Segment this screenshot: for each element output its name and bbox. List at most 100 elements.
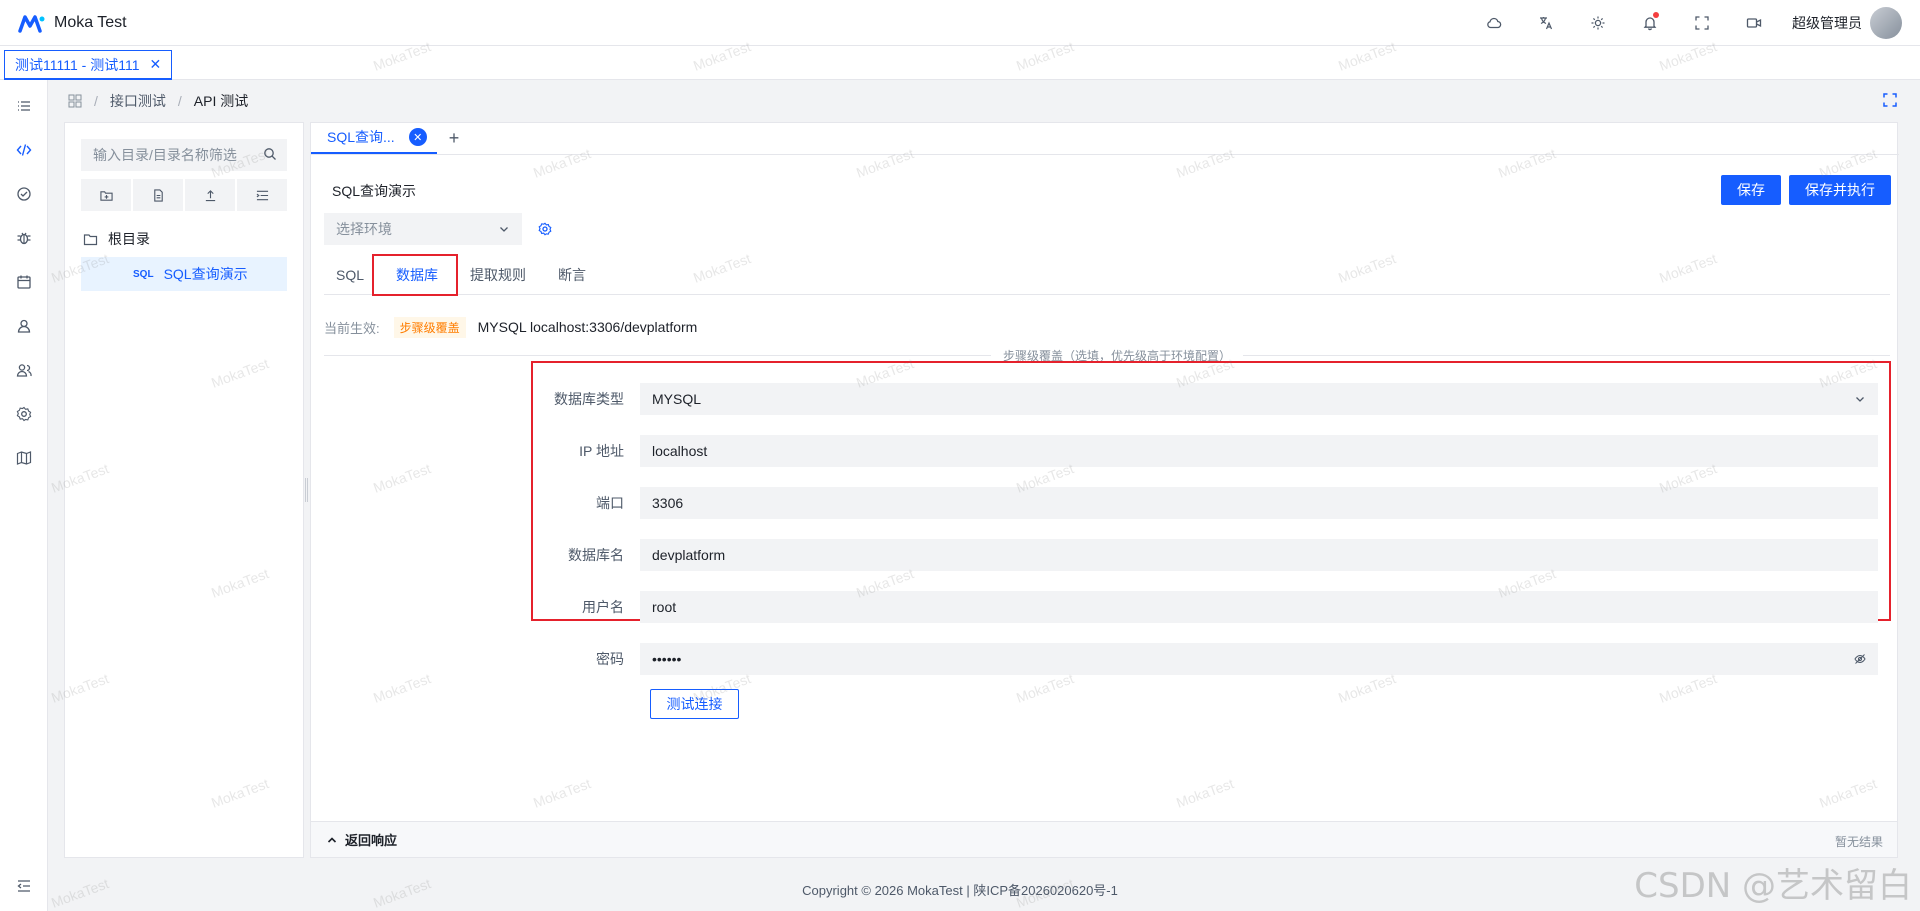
user-name[interactable]: 超级管理员 [1792,13,1862,33]
csdn-watermark: CSDN @艺术留白 [1634,866,1912,906]
upload-icon [205,189,215,201]
cloud-icon[interactable] [1480,9,1508,37]
case-tab-label: SQL查询... [327,129,395,145]
effective-connection: MYSQL localhost:3306/devplatform [477,319,698,335]
form-row-db-name: 数据库名 devplatform [544,539,1890,571]
step-sub-tabs: SQL 数据库 提取规则 断言 [324,255,1890,296]
settings-gear-icon[interactable] [12,402,36,426]
apps-grid-icon[interactable] [68,94,82,108]
tab-assertions[interactable]: 断言 [546,255,598,295]
form-row-ip: IP 地址 localhost [544,435,1890,467]
effective-config-row: 当前生效: 步骤级覆盖 MYSQL localhost:3306/devplat… [324,316,697,338]
app-header: Moka Test 超级管理员 [0,0,1920,46]
db-type-select[interactable]: MYSQL [640,383,1878,415]
user-group-icon[interactable] [12,358,36,382]
response-title-label: 返回响应 [345,833,398,848]
username-input[interactable]: root [640,591,1878,623]
save-and-run-button[interactable]: 保存并执行 [1789,175,1891,205]
case-tab-bar: SQL查询... ✕ + [311,123,1899,155]
tree-root-folder[interactable]: 根目录 [83,229,150,249]
calendar-icon[interactable] [12,270,36,294]
response-empty-text: 暂无结果 [1834,835,1883,849]
check-circle-icon[interactable] [12,182,36,206]
notification-dot [1653,12,1659,18]
close-icon[interactable]: ✕ [408,128,427,146]
form-row-db-type: 数据库类型 MYSQL [544,383,1890,415]
ip-input[interactable]: localhost [640,435,1878,467]
avatar[interactable] [1870,7,1902,39]
form-row-port: 端口 3306 [544,487,1890,519]
breadcrumb-separator: / [177,93,182,109]
chevron-up-icon [327,836,337,843]
expand-icon[interactable] [1882,92,1898,108]
tab-extract-rules[interactable]: 提取规则 [458,255,538,295]
indent-list-icon [256,190,268,200]
tree-root-label: 根目录 [108,231,150,247]
tree-search-input[interactable]: 输入目录/目录名称筛选 [81,139,287,171]
username-label: 用户名 [582,599,624,615]
port-label: 端口 [596,495,624,511]
panel-resize-handle[interactable] [305,478,308,502]
case-editor-panel: SQL查询... ✕ + SQL查询演示 保存 保存并执行 选择环境 SQL 数… [310,122,1899,858]
page-footer: Copyright © 2026 MokaTest | 陕ICP备2026020… [802,883,1118,898]
tree-toolbar [81,179,287,211]
collapse-tree-button[interactable] [237,179,287,211]
search-icon[interactable] [263,147,277,161]
menu-list-icon[interactable] [12,94,36,118]
case-title: SQL查询演示 [332,183,417,199]
test-connection-button[interactable]: 测试连接 [650,689,739,719]
bell-icon[interactable] [1636,9,1664,37]
highlight-box-database-tab [372,254,458,296]
video-icon[interactable] [1740,9,1768,37]
fullscreen-icon[interactable] [1688,9,1716,37]
response-panel-header[interactable]: 返回响应 暂无结果 [311,821,1897,857]
eye-off-icon[interactable] [1854,653,1866,665]
tab-sql[interactable]: SQL [324,255,376,295]
app-logo[interactable]: Moka Test [18,13,127,33]
password-input[interactable]: •••••• [640,643,1878,675]
theme-sun-icon[interactable] [1584,9,1612,37]
chevron-down-icon [1856,397,1864,402]
step-override-badge: 步骤级覆盖 [393,316,466,338]
environment-select[interactable]: 选择环境 [324,213,522,245]
user-icon[interactable] [12,314,36,338]
tree-node-label: SQL查询演示 [163,266,248,282]
environment-settings-icon[interactable] [538,222,552,236]
book-icon[interactable] [12,446,36,470]
add-file-button[interactable] [133,179,183,211]
translate-icon[interactable] [1532,9,1560,37]
effective-label: 当前生效: [324,320,380,336]
form-row-username: 用户名 root [544,591,1890,623]
add-folder-icon [99,190,113,201]
ip-label: IP 地址 [579,443,624,459]
sql-type-badge: SQL [133,268,154,280]
bug-icon[interactable] [12,226,36,250]
side-nav-rail [0,80,48,911]
file-icon [153,188,163,202]
page-tab-test[interactable]: 测试11111 - 测试111 ✕ [4,50,173,80]
form-row-password: 密码 •••••• [544,643,1890,675]
tree-node-sql-demo[interactable]: SQL SQL查询演示 [81,257,287,291]
breadcrumb: / 接口测试 / API 测试 [68,90,248,112]
response-title[interactable]: 返回响应 [327,830,397,849]
case-tab-sql-demo[interactable]: SQL查询... ✕ [311,122,437,154]
folder-icon [83,233,98,245]
environment-placeholder: 选择环境 [336,221,392,237]
breadcrumb-item-api-test: API 测试 [193,93,249,109]
breadcrumb-item-api-testing[interactable]: 接口测试 [110,91,166,111]
code-api-icon[interactable] [12,138,36,162]
tree-search-placeholder: 输入目录/目录名称筛选 [93,147,237,163]
app-title: Moka Test [54,13,127,31]
db-name-input[interactable]: devplatform [640,539,1878,571]
breadcrumb-separator: / [94,93,98,109]
save-button[interactable]: 保存 [1721,175,1781,205]
add-folder-button[interactable] [81,179,131,211]
import-button[interactable] [185,179,235,211]
close-icon[interactable]: ✕ [150,56,162,73]
directory-tree-panel: 输入目录/目录名称筛选 根目录 SQL SQL查询演示 [64,122,304,858]
port-input[interactable]: 3306 [640,487,1878,519]
add-tab-button[interactable]: + [437,122,472,154]
logo-icon [18,14,45,33]
db-type-value: MYSQL [652,391,702,407]
db-name-label: 数据库名 [568,547,624,563]
